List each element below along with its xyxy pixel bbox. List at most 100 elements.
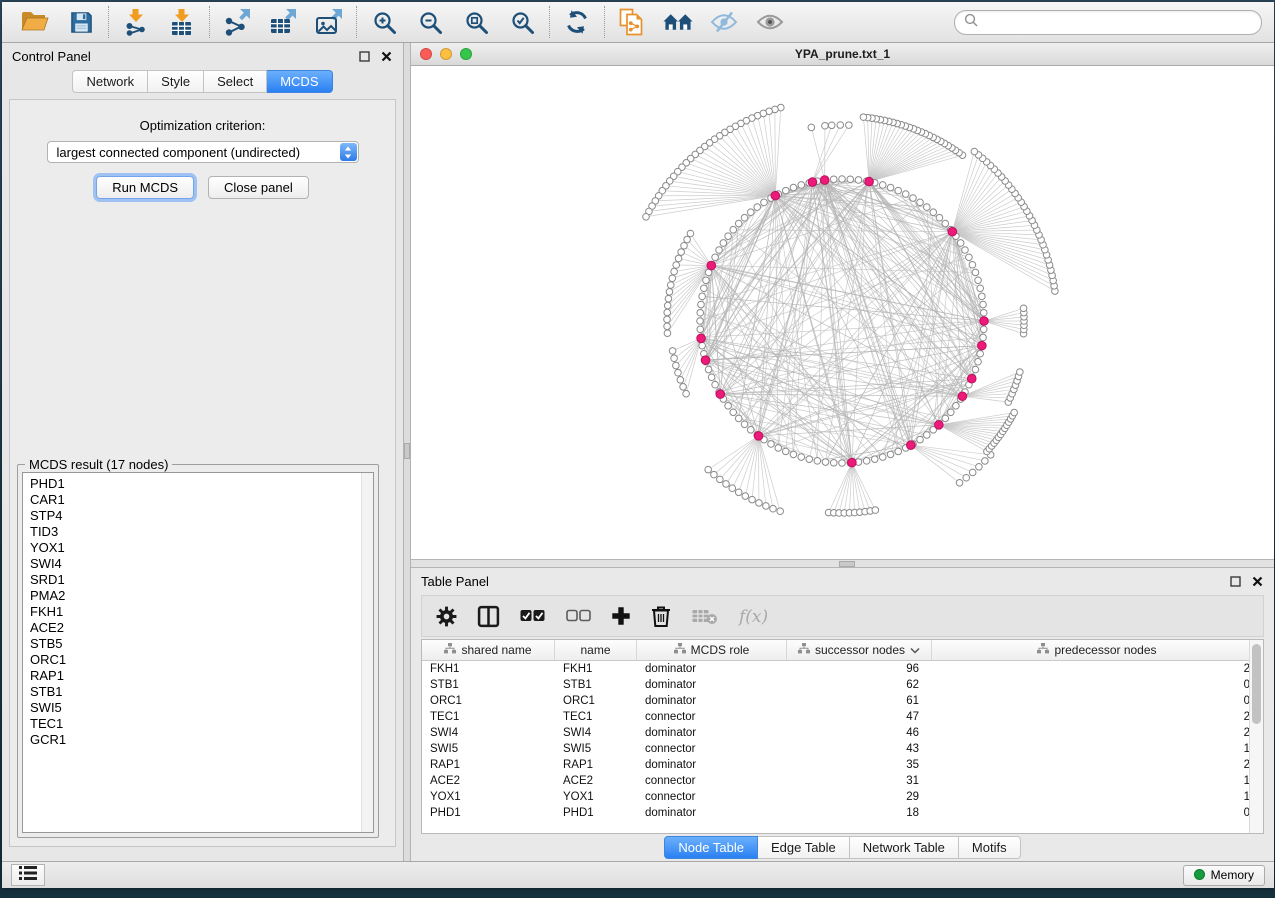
network-view-title: YPA_prune.txt_1 [411,47,1274,61]
mcds-result-item[interactable]: PHD1 [30,476,373,492]
close-icon[interactable] [1251,575,1264,588]
table-row[interactable]: FKH1FKH1dominator962 [422,661,1263,677]
mcds-result-item[interactable]: TEC1 [30,716,373,732]
search-input[interactable] [984,14,1252,30]
table-row[interactable]: PHD1PHD1dominator180 [422,805,1263,821]
cell: 96 [787,663,932,675]
network-canvas[interactable] [411,66,1274,559]
mcds-result-item[interactable]: PMA2 [30,588,373,604]
first-neighbors-icon[interactable] [663,7,693,37]
vertical-splitter[interactable] [403,43,411,861]
delete-icon[interactable] [650,604,672,628]
tab-edge-table[interactable]: Edge Table [758,836,850,859]
mcds-result-item[interactable]: CAR1 [30,492,373,508]
zoom-fit-icon[interactable] [461,7,491,37]
memory-button[interactable]: Memory [1183,865,1265,886]
tab-network-table[interactable]: Network Table [850,836,959,859]
zoom-in-icon[interactable] [369,7,399,37]
refresh-icon[interactable] [562,7,592,37]
float-icon[interactable] [1229,575,1242,588]
mcds-result-item[interactable]: STP4 [30,508,373,524]
close-panel-button[interactable]: Close panel [208,176,309,199]
settings-icon[interactable] [435,605,458,628]
select-all-icon[interactable] [519,609,546,623]
cell: ACE2 [422,775,555,787]
add-icon[interactable] [611,606,631,626]
run-mcds-button[interactable]: Run MCDS [96,176,194,199]
task-history-button[interactable] [11,864,45,886]
import-table-icon[interactable] [167,7,197,37]
search-icon [964,13,978,32]
cell: 1 [932,791,1263,803]
window-close-traffic-light[interactable] [420,48,432,60]
zoom-out-icon[interactable] [415,7,445,37]
hide-selected-icon[interactable] [709,7,739,37]
column-header-name[interactable]: name [555,640,637,660]
table-row[interactable]: STB1STB1dominator620 [422,677,1263,693]
mcds-result-item[interactable]: SWI5 [30,700,373,716]
duplicate-network-icon[interactable] [617,7,647,37]
table-row[interactable]: ORC1ORC1dominator610 [422,693,1263,709]
tab-select[interactable]: Select [204,70,267,93]
column-header-successor-nodes[interactable]: successor nodes [787,640,932,660]
cell: dominator [637,663,787,675]
mcds-result-item[interactable]: TID3 [30,524,373,540]
export-network-icon[interactable] [222,7,252,37]
table-row[interactable]: TEC1TEC1connector472 [422,709,1263,725]
window-minimize-traffic-light[interactable] [440,48,452,60]
tab-mcds[interactable]: MCDS [267,70,332,93]
mcds-result-item[interactable]: STB5 [30,636,373,652]
mcds-result-item[interactable]: SRD1 [30,572,373,588]
cell: SWI5 [422,743,555,755]
mcds-result-item[interactable]: SWI4 [30,556,373,572]
result-list-scrollbar[interactable] [361,473,373,832]
mcds-result-list[interactable]: PHD1CAR1STP4TID3YOX1SWI4SRD1PMA2FKH1ACE2… [22,472,374,833]
table-row[interactable]: SWI4SWI4dominator462 [422,725,1263,741]
table-scrollbar[interactable] [1249,640,1263,833]
import-network-icon[interactable] [121,7,151,37]
float-icon[interactable] [358,50,371,63]
column-header-predecessor-nodes[interactable]: predecessor nodes [932,640,1263,660]
tab-motifs[interactable]: Motifs [959,836,1021,859]
cell: 43 [787,743,932,755]
control-panel-tabs: NetworkStyleSelectMCDS [72,70,332,93]
mcds-result-item[interactable]: ACE2 [30,620,373,636]
mcds-result-item[interactable]: STB1 [30,684,373,700]
search-box[interactable] [954,10,1262,35]
tab-network[interactable]: Network [72,70,148,93]
cell: FKH1 [422,663,555,675]
horizontal-splitter[interactable] [411,559,1274,568]
cell: dominator [637,679,787,691]
zoom-selected-icon[interactable] [507,7,537,37]
export-image-icon[interactable] [314,7,344,37]
table-row[interactable]: ACE2ACE2connector311 [422,773,1263,789]
node-table[interactable]: shared namenameMCDS rolesuccessor nodesp… [421,639,1264,834]
window-zoom-traffic-light[interactable] [460,48,472,60]
optimization-criterion-select[interactable]: largest connected component (undirected) [47,141,359,163]
save-icon[interactable] [66,7,96,37]
column-header-MCDS-role[interactable]: MCDS role [637,640,787,660]
cell: SWI4 [422,727,555,739]
show-all-icon[interactable] [755,7,785,37]
export-table-icon[interactable] [268,7,298,37]
cell: 1 [932,743,1263,755]
mcds-result-item[interactable]: YOX1 [30,540,373,556]
mcds-result-item[interactable]: FKH1 [30,604,373,620]
mcds-result-item[interactable]: ORC1 [30,652,373,668]
network-graph[interactable] [411,66,1275,559]
close-icon[interactable] [380,50,393,63]
mcds-result-item[interactable]: GCR1 [30,732,373,748]
table-row[interactable]: YOX1YOX1connector291 [422,789,1263,805]
column-header-shared-name[interactable]: shared name [422,640,555,660]
tab-node-table[interactable]: Node Table [664,836,758,859]
table-row[interactable]: SWI5SWI5connector431 [422,741,1263,757]
table-row[interactable]: RAP1RAP1dominator352 [422,757,1263,773]
tab-style[interactable]: Style [148,70,204,93]
table-panel-header: Table Panel [411,568,1274,594]
columns-icon[interactable] [477,605,500,628]
network-view-titlebar[interactable]: YPA_prune.txt_1 [411,43,1274,66]
deselect-all-icon[interactable] [565,609,592,623]
cell: 2 [932,727,1263,739]
open-icon[interactable] [20,7,50,37]
mcds-result-item[interactable]: RAP1 [30,668,373,684]
